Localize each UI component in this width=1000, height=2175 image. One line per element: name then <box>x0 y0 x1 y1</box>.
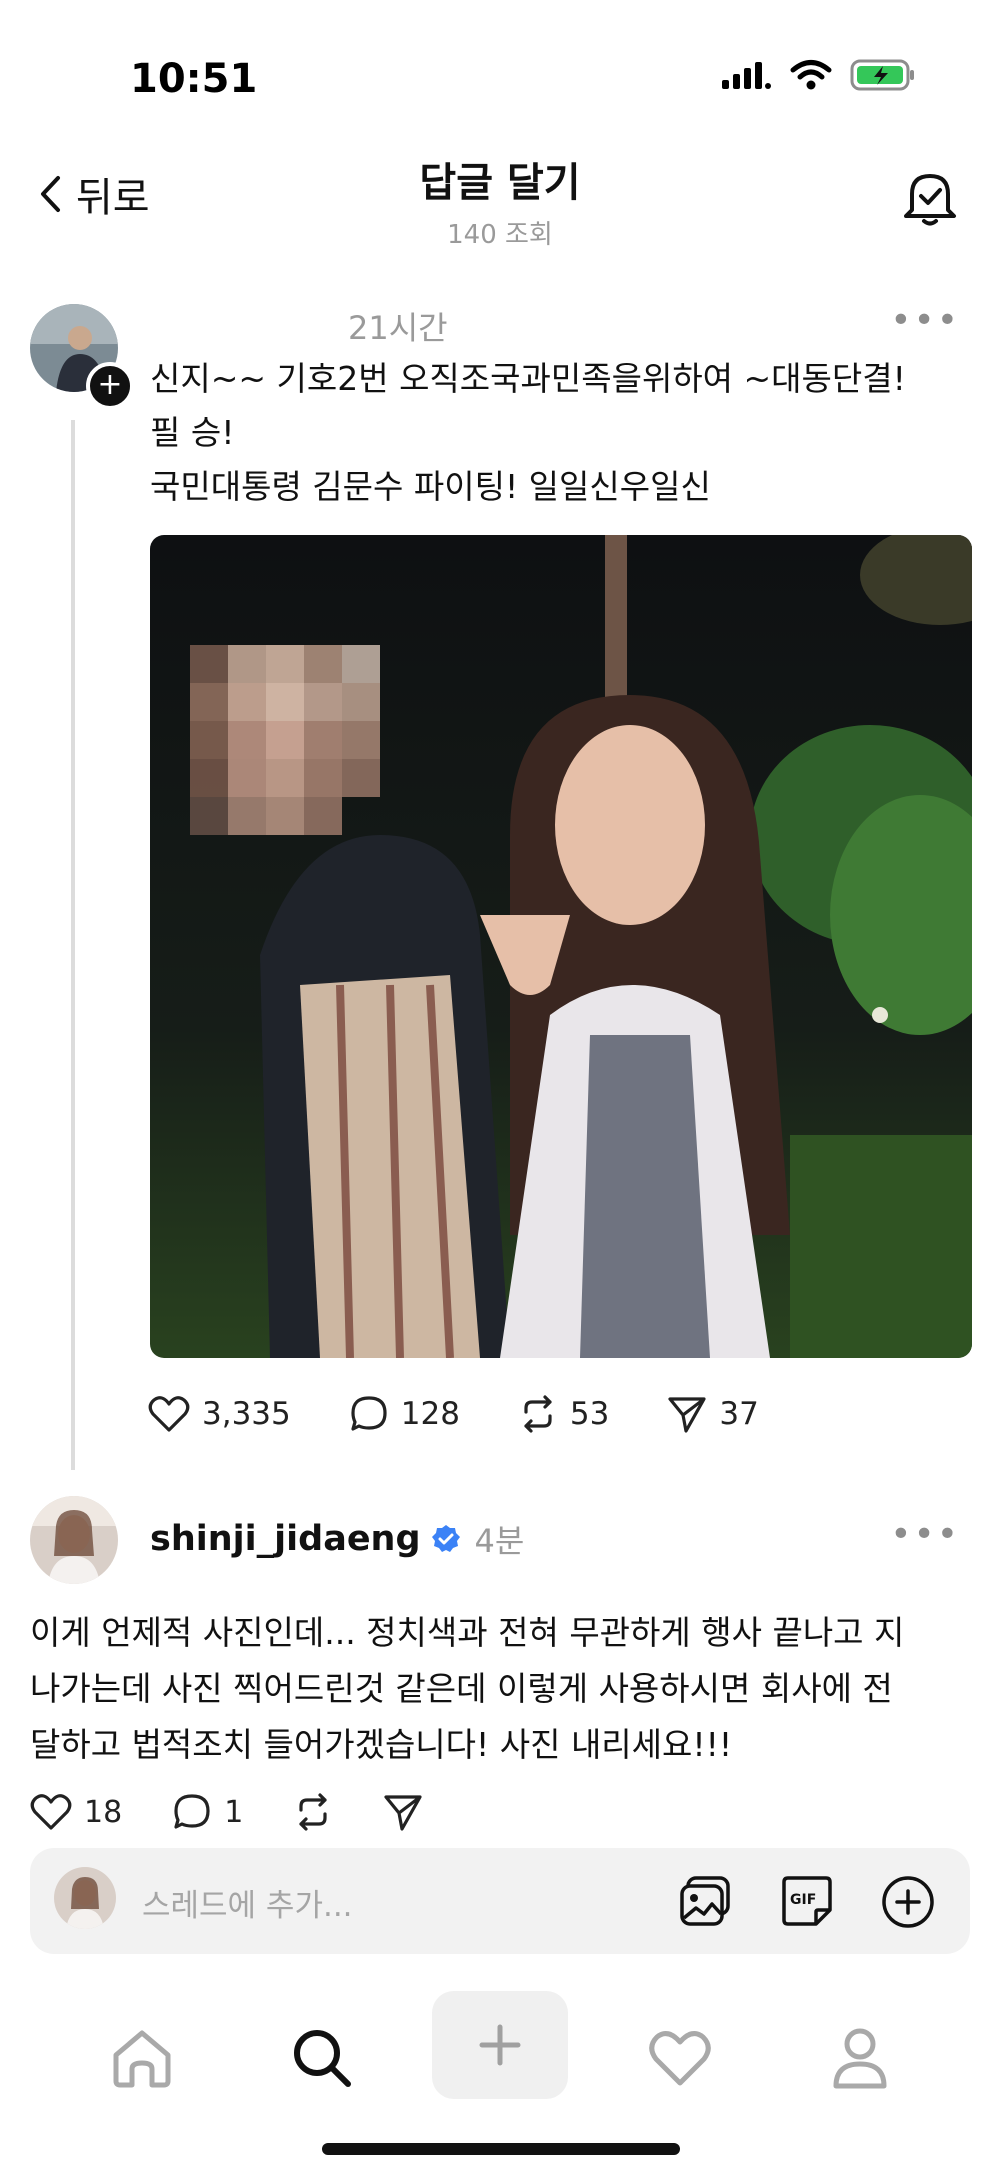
add-button[interactable] <box>880 1874 936 1934</box>
tab-search[interactable] <box>277 2013 367 2103</box>
image-icon <box>680 1876 730 1926</box>
reply-time: 4분 <box>474 1522 525 1560</box>
svg-text:GIF: GIF <box>790 1892 816 1908</box>
status-time: 10:51 <box>130 56 258 102</box>
reply-share-button[interactable] <box>383 1792 423 1832</box>
tab-new-thread[interactable] <box>432 1991 568 2099</box>
share-button[interactable]: 37 <box>667 1394 759 1434</box>
post-text: 신지~~ 기호2번 오직조국과민족을위하여 ~대동단결! 필 승! 국민대통령 … <box>150 352 970 514</box>
reply-line: 달하고 법적조치 들어가겠습니다! 사진 내리세요!!! <box>30 1725 733 1764</box>
profile-icon <box>833 2028 887 2089</box>
gif-icon: GIF <box>782 1876 832 1926</box>
page-title: 답글 달기 <box>419 160 581 206</box>
reply-username[interactable]: shinji_jidaeng <box>150 1519 421 1559</box>
nav-header: 답글 달기 140 조회 <box>0 150 1000 251</box>
comment-button[interactable]: 128 <box>349 1394 460 1434</box>
post-photo[interactable] <box>150 535 972 1358</box>
reply-line: 나가는데 사진 찍어드린것 같은데 이렇게 사용하시면 회사에 전 <box>30 1669 893 1708</box>
like-button[interactable]: 3,335 <box>148 1394 291 1434</box>
signal-icon <box>722 62 771 89</box>
plus-circle-icon <box>882 1876 934 1928</box>
repost-button[interactable]: 53 <box>518 1394 609 1434</box>
reply-header: shinji_jidaeng 4분 <box>150 1516 524 1562</box>
reply-comment-count: 1 <box>224 1794 244 1830</box>
post-actions: 3,335 128 53 37 <box>148 1394 759 1434</box>
follow-button[interactable]: + <box>86 362 134 410</box>
reply-like-count: 18 <box>84 1794 123 1830</box>
reply-more-icon[interactable]: ••• <box>890 1514 960 1555</box>
comment-count: 128 <box>400 1396 460 1432</box>
home-indicator <box>322 2143 680 2155</box>
search-icon <box>294 2030 351 2087</box>
like-count: 3,335 <box>202 1396 291 1432</box>
repost-icon <box>299 1793 327 1831</box>
verified-badge-icon <box>431 1525 460 1552</box>
notification-button[interactable] <box>902 168 958 232</box>
post-line: 신지~~ 기호2번 오직조국과민족을위하여 ~대동단결! <box>150 359 906 398</box>
composer-avatar <box>54 1867 116 1929</box>
bell-icon <box>904 174 956 226</box>
heart-icon <box>649 2030 711 2086</box>
tab-home[interactable] <box>97 2013 187 2103</box>
reply-text: 이게 언제적 사진인데... 정치색과 전혀 무관하게 행사 끝나고 지 나가는… <box>30 1605 970 1773</box>
more-icon[interactable]: ••• <box>890 300 960 341</box>
composer-placeholder[interactable]: 스레드에 추가... <box>142 1880 353 1925</box>
view-count: 140 조회 <box>447 220 553 250</box>
tab-activity[interactable] <box>635 2013 725 2103</box>
share-count: 37 <box>719 1396 759 1432</box>
tab-profile[interactable] <box>815 2013 905 2103</box>
home-icon <box>113 2030 171 2088</box>
send-icon <box>668 1397 706 1433</box>
tab-bar <box>0 1985 1000 2135</box>
wifi-icon <box>790 60 832 90</box>
reply-comment-button[interactable]: 1 <box>172 1792 243 1832</box>
reply-repost-button[interactable] <box>293 1792 333 1832</box>
comment-icon <box>351 1396 387 1431</box>
reply-avatar[interactable] <box>30 1496 118 1584</box>
repost-icon <box>524 1395 552 1433</box>
status-icons <box>722 58 916 92</box>
battery-icon <box>850 59 914 91</box>
heart-icon <box>30 1794 72 1830</box>
reply-composer[interactable]: 스레드에 추가... GIF <box>30 1848 970 1954</box>
thread-line <box>71 420 75 1470</box>
repost-count: 53 <box>569 1396 610 1432</box>
reply-line: 이게 언제적 사진인데... 정치색과 전혀 무관하게 행사 끝나고 지 <box>30 1613 905 1652</box>
gif-button[interactable]: GIF <box>780 1874 834 1932</box>
post-time: 21시간 <box>348 309 448 347</box>
post-line: 국민대통령 김문수 파이팅! 일일신우일신 <box>150 467 711 506</box>
reply-actions: 18 1 <box>30 1792 423 1832</box>
plus-icon <box>479 2024 521 2066</box>
comment-icon <box>174 1794 210 1829</box>
post-line: 필 승! <box>150 413 235 452</box>
reply-like-button[interactable]: 18 <box>30 1792 122 1832</box>
send-icon <box>384 1795 422 1831</box>
heart-icon <box>148 1396 190 1432</box>
image-button[interactable] <box>678 1874 732 1932</box>
